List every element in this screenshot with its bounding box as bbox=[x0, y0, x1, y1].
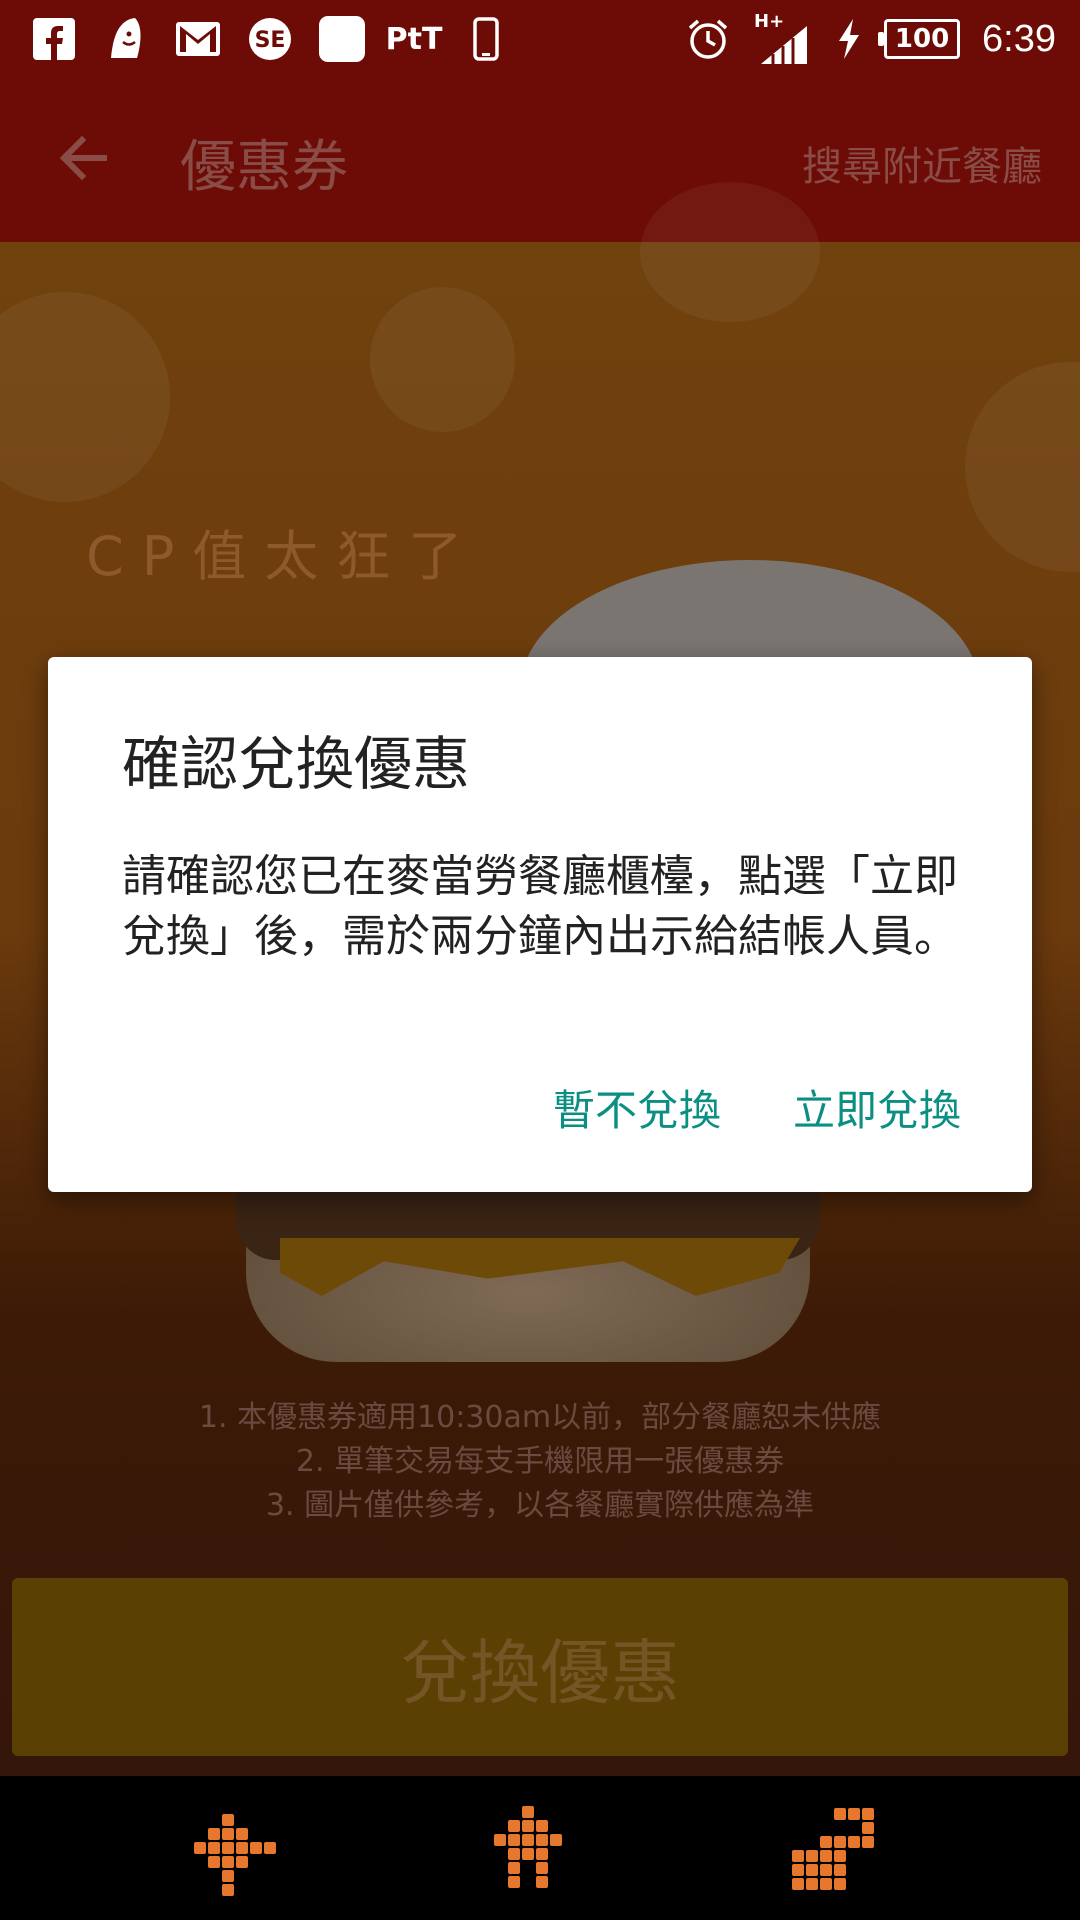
nav-recents-icon[interactable] bbox=[780, 1794, 890, 1904]
nav-back-icon[interactable] bbox=[182, 1794, 292, 1904]
cancel-button[interactable]: 暫不兌換 bbox=[553, 1077, 721, 1138]
navigation-bar bbox=[0, 1776, 1080, 1920]
dialog-message: 請確認您已在麥當勞餐廳櫃檯，點選「立即兌換」後，需於兩分鐘內出示給結帳人員。 bbox=[122, 851, 958, 962]
nav-home-icon[interactable] bbox=[482, 1794, 592, 1904]
confirm-dialog: 確認兌換優惠 請確認您已在麥當勞餐廳櫃檯，點選「立即兌換」後，需於兩分鐘內出示給… bbox=[48, 657, 1032, 1192]
screen: SE PtT H+ 100 6:39 優惠券 搜尋附近餐廳 CP值太狂了 1. … bbox=[0, 0, 1080, 1920]
confirm-redeem-button[interactable]: 立即兌換 bbox=[793, 1077, 961, 1138]
dialog-title: 確認兌換優惠 bbox=[122, 730, 471, 798]
